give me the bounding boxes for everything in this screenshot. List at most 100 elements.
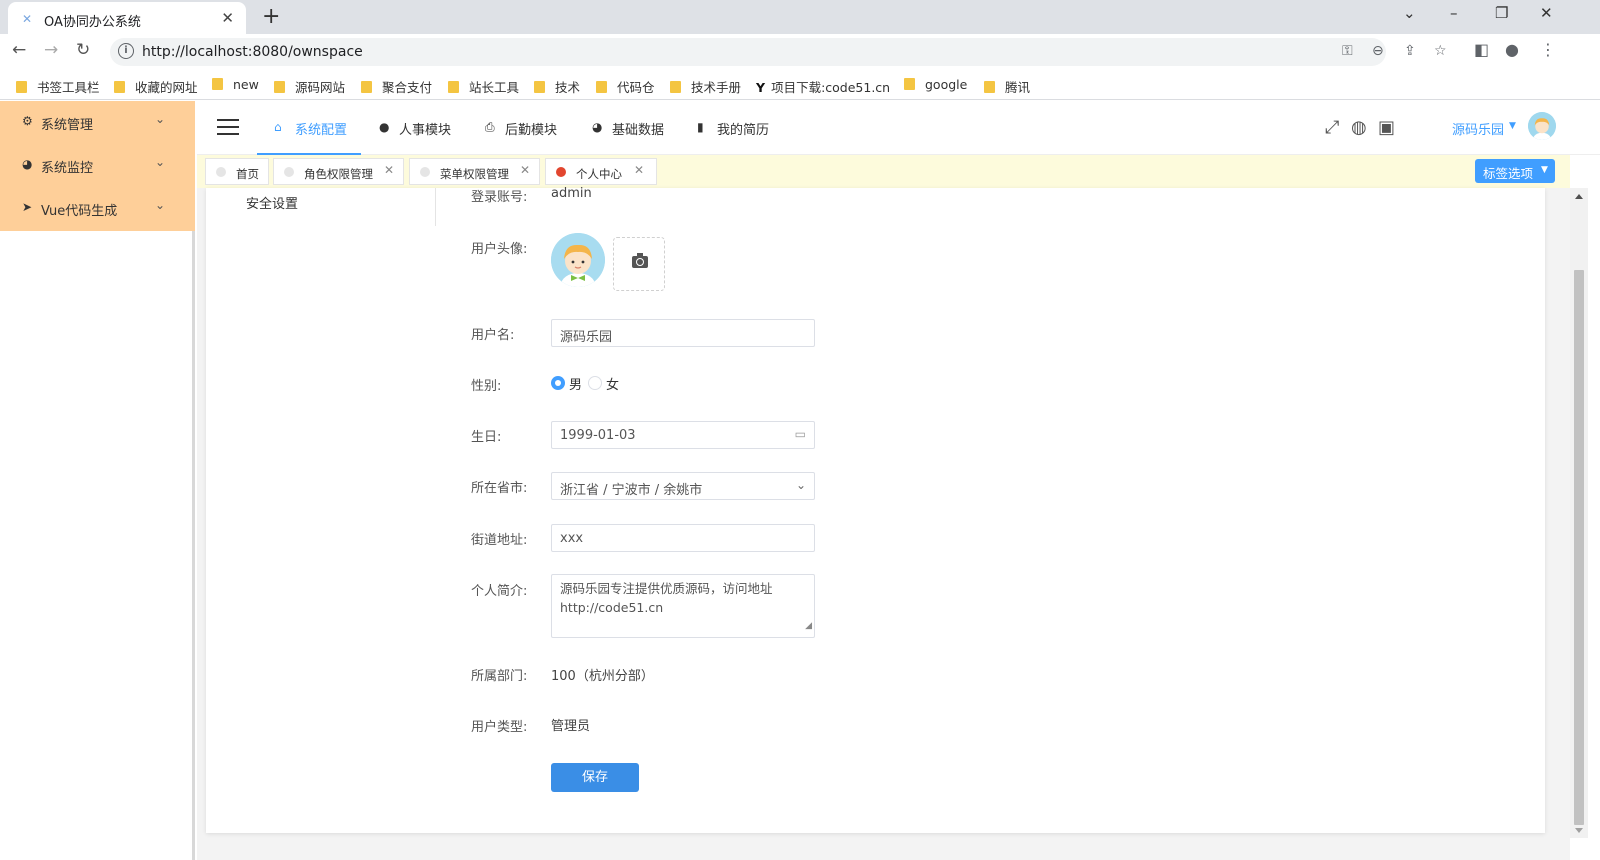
bookmark-star-icon[interactable]: ☆ xyxy=(1434,43,1447,59)
region-cascader[interactable]: 浙江省 / 宁波市 / 余姚市 ⌄ xyxy=(551,472,815,500)
back-icon[interactable]: ← xyxy=(12,40,26,60)
bookmark-item[interactable]: Y 项目下载:code51.cn xyxy=(756,77,890,96)
restore-icon[interactable]: ❐ xyxy=(1495,4,1508,22)
scroll-up-icon[interactable] xyxy=(1575,194,1583,199)
bookmark-item[interactable]: new xyxy=(212,77,259,92)
avatar-upload[interactable] xyxy=(613,237,665,291)
avatar[interactable] xyxy=(1528,112,1556,140)
save-button[interactable]: 保存 xyxy=(551,763,639,792)
region-label: 所在省市: xyxy=(471,481,528,496)
globe-icon[interactable]: ◍ xyxy=(1351,117,1367,138)
close-icon[interactable]: ✕ xyxy=(384,163,394,177)
username-input[interactable]: 源码乐园 xyxy=(551,319,815,347)
close-icon[interactable]: ✕ xyxy=(520,163,530,177)
app-header: ⌂ 系统配置 ● 人事模块 ⎙ 后勤模块 ◕ 基础数据 ▮ 我的简历 ⤢ ◍ ▣… xyxy=(197,101,1600,155)
tag-home[interactable]: 首页 xyxy=(205,158,269,185)
nav-tab-basic-data[interactable]: ◕ 基础数据 xyxy=(590,101,680,155)
gender-radio-male[interactable] xyxy=(551,376,565,390)
folder-icon xyxy=(904,78,915,90)
bookmark-item[interactable]: 书签工具栏 xyxy=(16,77,100,96)
bookmark-item[interactable]: 站长工具 xyxy=(448,77,519,96)
bookmark-item[interactable]: 源码网站 xyxy=(274,77,345,96)
tag-dot xyxy=(216,167,226,177)
folder-icon xyxy=(984,81,995,93)
bookmark-item[interactable]: google xyxy=(904,77,967,92)
address-bar[interactable]: i http://localhost:8080/ownspace ⚿ ⊖ ⇪ ☆ xyxy=(110,38,1447,66)
browser-tab-strip: ✕ OA协同办公系统 ✕ + ⌄ – ❐ ✕ xyxy=(0,0,1600,34)
profile-icon[interactable]: ● xyxy=(1505,40,1519,59)
browser-tab[interactable]: ✕ OA协同办公系统 ✕ xyxy=(8,2,246,34)
hamburger-menu-icon[interactable] xyxy=(217,119,239,135)
close-tab-icon[interactable]: ✕ xyxy=(221,9,234,27)
caret-down-icon[interactable]: ▼ xyxy=(1509,121,1516,131)
nav-tab-logistics[interactable]: ⎙ 后勤模块 xyxy=(483,101,573,155)
gender-option-male[interactable]: 男 xyxy=(569,374,582,393)
lock-icon[interactable]: ▣ xyxy=(1378,117,1395,138)
tag-dot-active xyxy=(556,167,566,177)
bookmark-item[interactable]: 聚合支付 xyxy=(361,77,432,96)
share-icon[interactable]: ⇪ xyxy=(1404,43,1416,59)
profile-card: 安全设置 登录账号: admin 用户头像: 用户名: 源码乐园 性别: 男 女… xyxy=(206,186,1545,833)
bookmark-item[interactable]: 收藏的网址 xyxy=(114,77,198,96)
book-icon: ▮ xyxy=(697,120,704,134)
bio-textarea[interactable]: 源码乐园专注提供优质源码，访问地址 http://code51.cn ◢ xyxy=(551,574,815,638)
bookmark-item[interactable]: 技术 xyxy=(534,77,580,96)
menu-item-security[interactable]: 安全设置 xyxy=(246,193,298,212)
key-icon[interactable]: ⚿ xyxy=(1342,43,1353,59)
gender-option-female[interactable]: 女 xyxy=(606,374,619,393)
more-menu-icon[interactable]: ⋮ xyxy=(1540,40,1556,59)
tag-role-permission[interactable]: 角色权限管理 ✕ xyxy=(273,158,404,185)
fullscreen-icon[interactable]: ⤢ xyxy=(1325,117,1339,138)
reload-icon[interactable]: ↻ xyxy=(76,40,90,60)
side-panel-icon[interactable]: ◧ xyxy=(1474,40,1489,59)
sidebar-item-vue-codegen[interactable]: ➤ Vue代码生成 ⌄ xyxy=(0,187,195,230)
minimize-icon[interactable]: – xyxy=(1450,4,1458,22)
tag-personal-center[interactable]: 个人中心 ✕ xyxy=(545,158,657,185)
forward-icon[interactable]: → xyxy=(44,40,58,60)
folder-icon xyxy=(212,78,223,90)
sidebar-item-system-management[interactable]: ⚙ 系统管理 ⌄ xyxy=(0,101,195,144)
tab-search-icon[interactable]: ⌄ xyxy=(1403,4,1416,22)
dept-value: 100（杭州分部） xyxy=(551,669,654,684)
usertype-value: 管理员 xyxy=(551,719,591,734)
scroll-down-icon[interactable] xyxy=(1575,828,1583,833)
tag-menu-permission[interactable]: 菜单权限管理 ✕ xyxy=(409,158,540,185)
sidebar-item-system-monitor[interactable]: ◕ 系统监控 ⌄ xyxy=(0,144,195,187)
birthday-date-picker[interactable]: 1999-01-03 ▭ xyxy=(551,421,815,449)
user-dropdown[interactable]: 源码乐园 xyxy=(1452,119,1504,138)
send-icon: ➤ xyxy=(22,200,33,214)
site-info-icon[interactable]: i xyxy=(118,43,134,59)
resize-handle-icon[interactable]: ◢ xyxy=(805,617,812,636)
account-value: admin xyxy=(551,186,592,201)
folder-icon xyxy=(114,81,125,93)
page-scrollbar[interactable] xyxy=(1570,188,1588,838)
url-text[interactable]: http://localhost:8080/ownspace xyxy=(142,44,363,60)
chevron-down-icon: ⌄ xyxy=(155,112,166,126)
folder-icon xyxy=(448,81,459,93)
calendar-icon: ▭ xyxy=(794,427,806,441)
nav-tab-hr[interactable]: ● 人事模块 xyxy=(377,101,467,155)
bookmark-item[interactable]: 腾讯 xyxy=(984,77,1030,96)
nav-tab-system-config[interactable]: ⌂ 系统配置 xyxy=(257,101,361,155)
new-tab-icon[interactable]: + xyxy=(262,4,280,29)
pie-icon: ◕ xyxy=(592,120,603,134)
folder-icon xyxy=(274,81,285,93)
address-input[interactable]: xxx xyxy=(551,524,815,552)
sidebar-item-label: Vue代码生成 xyxy=(41,204,118,219)
account-label: 登录账号: xyxy=(471,190,528,205)
bookmark-item[interactable]: 代码仓 xyxy=(596,77,655,96)
bookmark-item[interactable]: 技术手册 xyxy=(670,77,741,96)
bookmarks-bar: 书签工具栏 收藏的网址 new 源码网站 聚合支付 站长工具 技术 代码仓 技术… xyxy=(0,70,1600,100)
gender-radio-female[interactable] xyxy=(588,376,602,390)
caret-down-icon: ▼ xyxy=(1541,165,1548,175)
nav-tab-resume[interactable]: ▮ 我的简历 xyxy=(695,101,785,155)
folder-icon xyxy=(534,81,545,93)
folder-icon xyxy=(670,81,681,93)
tag-options-button[interactable]: 标签选项 ▼ xyxy=(1475,159,1555,183)
close-window-icon[interactable]: ✕ xyxy=(1540,4,1553,22)
close-icon[interactable]: ✕ xyxy=(634,163,644,177)
scrollbar-thumb[interactable] xyxy=(1574,270,1584,825)
folder-icon xyxy=(596,81,607,93)
zoom-icon[interactable]: ⊖ xyxy=(1372,43,1384,59)
tag-dot xyxy=(284,167,294,177)
